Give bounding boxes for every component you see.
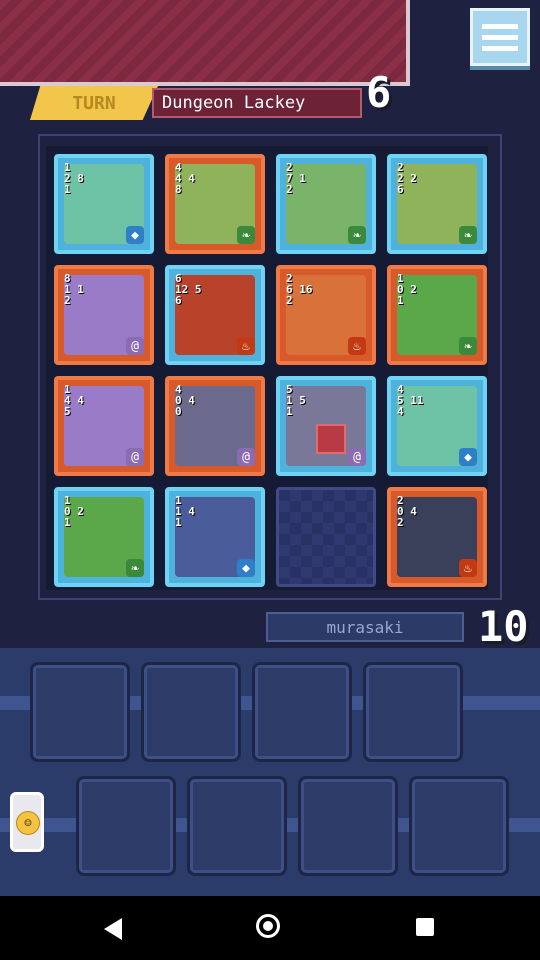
hand-slot[interactable] [298, 776, 398, 876]
card-stats: 2 6 16 2 [286, 272, 313, 307]
hand-slot[interactable] [187, 776, 287, 876]
fire-element-icon: ♨ [237, 337, 255, 355]
water-element-icon: ◆ [126, 226, 144, 244]
hand-slot[interactable] [30, 662, 130, 762]
board-card[interactable]: 4 0 4 0 @ [165, 376, 265, 476]
menu-button[interactable] [470, 8, 530, 66]
hand-slot[interactable] [363, 662, 463, 762]
spiral-element-icon: @ [126, 448, 144, 466]
turn-indicator: TURN Dungeon Lackey [30, 86, 362, 120]
smiley-emote-icon: ☺ [16, 811, 40, 835]
turn-label: TURN [30, 86, 158, 120]
board-card[interactable]: 1 1 4 1 ◆ [165, 487, 265, 587]
card-stats: 6 12 5 6 [175, 272, 202, 307]
leaf-element-icon: ❧ [459, 226, 477, 244]
leaf-element-icon: ❧ [459, 337, 477, 355]
board-card[interactable]: 2 7 1 2 ❧ [276, 154, 376, 254]
player-score: 10 [478, 602, 529, 651]
leaf-element-icon: ❧ [348, 226, 366, 244]
empty-board-slot[interactable] [276, 487, 376, 587]
board-card[interactable]: 1 0 2 1 ❧ [387, 265, 487, 365]
menu-icon-line [482, 34, 518, 40]
opponent-banner [0, 0, 410, 86]
hand-slot[interactable] [252, 662, 352, 762]
recent-apps-icon[interactable] [416, 918, 434, 936]
card-stats: 4 4 4 8 [175, 161, 195, 196]
menu-icon-line [482, 23, 518, 29]
board-card[interactable]: 1 0 2 1 ❧ [54, 487, 154, 587]
card-stats: 8 1 1 2 [64, 272, 84, 307]
spiral-element-icon: @ [237, 448, 255, 466]
board-card[interactable]: 1 2 8 1 ◆ [54, 154, 154, 254]
card-stats: 1 4 4 5 [64, 383, 84, 418]
leaf-element-icon: ❧ [237, 226, 255, 244]
spiral-element-icon: @ [348, 448, 366, 466]
spiral-element-icon: @ [126, 337, 144, 355]
menu-icon-line [482, 45, 518, 51]
opponent-score: 6 [366, 68, 392, 117]
board-card[interactable]: 2 0 4 2 ♨ [387, 487, 487, 587]
game-board: 1 2 8 1 ◆ 4 4 4 8 ❧ 2 7 1 2 ❧ 2 2 2 6 ❧ 8 1 1 2 @… [46, 146, 488, 590]
card-stats: 1 0 2 1 [397, 272, 417, 307]
board-card[interactable]: 4 4 4 8 ❧ [165, 154, 265, 254]
card-stats: 5 1 5 1 [286, 383, 306, 418]
card-stats: 1 2 8 1 [64, 161, 84, 196]
water-element-icon: ◆ [459, 448, 477, 466]
board-card[interactable]: 8 1 1 2 @ [54, 265, 154, 365]
hand-slot[interactable] [141, 662, 241, 762]
back-icon[interactable] [104, 918, 122, 940]
player-name: murasaki [266, 612, 464, 642]
board-card[interactable]: 2 6 16 2 ♨ [276, 265, 376, 365]
card-stats: 4 5 11 4 [397, 383, 424, 418]
fire-element-icon: ♨ [459, 559, 477, 577]
hand-slot[interactable] [409, 776, 509, 876]
card-stats: 2 0 4 2 [397, 494, 417, 529]
home-icon[interactable] [256, 914, 280, 938]
block-token-icon [316, 424, 346, 454]
board-card[interactable]: 2 2 2 6 ❧ [387, 154, 487, 254]
card-stats: 2 7 1 2 [286, 161, 306, 196]
fire-element-icon: ♨ [348, 337, 366, 355]
board-card[interactable]: 4 5 11 4 ◆ [387, 376, 487, 476]
board-card[interactable]: 6 12 5 6 ♨ [165, 265, 265, 365]
card-stats: 1 0 2 1 [64, 494, 84, 529]
card-stats: 4 0 4 0 [175, 383, 195, 418]
board-card[interactable]: 5 1 5 1 @ [276, 376, 376, 476]
board-card[interactable]: 1 4 4 5 @ [54, 376, 154, 476]
water-element-icon: ◆ [237, 559, 255, 577]
card-stats: 1 1 4 1 [175, 494, 195, 529]
leaf-element-icon: ❧ [126, 559, 144, 577]
emote-button[interactable]: ☺ [10, 792, 44, 852]
current-player-name: Dungeon Lackey [152, 88, 362, 118]
hand-slot[interactable] [76, 776, 176, 876]
card-stats: 2 2 2 6 [397, 161, 417, 196]
